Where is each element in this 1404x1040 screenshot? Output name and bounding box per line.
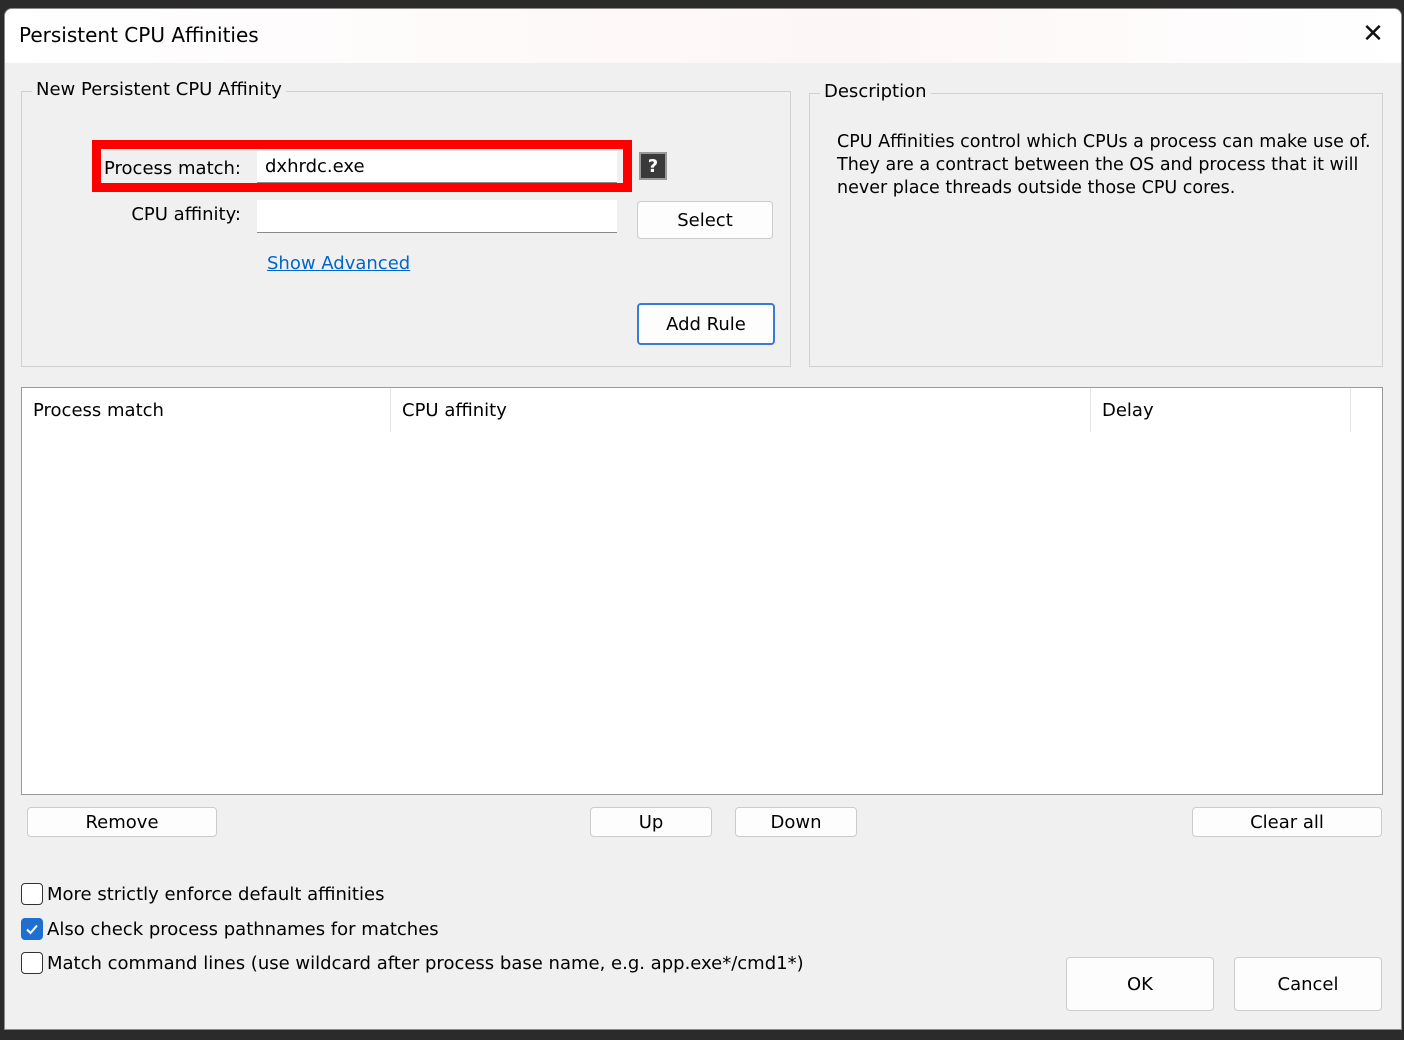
select-button[interactable]: Select — [637, 201, 773, 239]
persistent-cpu-affinities-dialog: Persistent CPU Affinities ✕ New Persiste… — [4, 8, 1402, 1030]
rules-list[interactable]: Process match CPU affinity Delay — [21, 387, 1383, 795]
clear-all-button[interactable]: Clear all — [1192, 807, 1382, 837]
cpu-affinity-input[interactable] — [257, 200, 617, 233]
help-icon[interactable]: ? — [639, 152, 667, 180]
close-button[interactable]: ✕ — [1355, 19, 1391, 51]
add-rule-button[interactable]: Add Rule — [637, 303, 775, 345]
down-button[interactable]: Down — [735, 807, 857, 837]
description-group-label: Description — [820, 81, 931, 102]
column-header-delay[interactable]: Delay — [1091, 388, 1351, 432]
show-advanced-link[interactable]: Show Advanced — [267, 253, 410, 274]
process-match-label: Process match: — [104, 158, 241, 179]
cancel-button[interactable]: Cancel — [1234, 957, 1382, 1011]
option-label: More strictly enforce default affinities — [47, 883, 385, 905]
close-icon: ✕ — [1362, 19, 1384, 49]
option-label: Also check process pathnames for matches — [47, 918, 439, 940]
option-match-command-lines[interactable]: Match command lines (use wildcard after … — [21, 952, 804, 974]
up-button[interactable]: Up — [590, 807, 712, 837]
option-check-pathnames[interactable]: Also check process pathnames for matches — [21, 918, 439, 940]
checkbox-icon[interactable] — [21, 883, 43, 905]
description-text: CPU Affinities control which CPUs a proc… — [837, 132, 1371, 198]
column-header-process-match[interactable]: Process match — [22, 388, 391, 432]
new-affinity-group-label: New Persistent CPU Affinity — [32, 79, 286, 100]
title-bar: Persistent CPU Affinities ✕ — [5, 9, 1401, 63]
checkbox-icon[interactable] — [21, 952, 43, 974]
cpu-affinity-label: CPU affinity: — [131, 204, 241, 225]
ok-button[interactable]: OK — [1066, 957, 1214, 1011]
process-match-input[interactable] — [257, 151, 617, 183]
window-title: Persistent CPU Affinities — [19, 23, 259, 47]
checkbox-checked-icon[interactable] — [21, 918, 43, 940]
option-label: Match command lines (use wildcard after … — [47, 952, 804, 974]
remove-button[interactable]: Remove — [27, 807, 217, 837]
checkmark-icon — [26, 924, 38, 935]
column-header-cpu-affinity[interactable]: CPU affinity — [391, 388, 1091, 432]
option-strict-default-affinities[interactable]: More strictly enforce default affinities — [21, 883, 384, 905]
